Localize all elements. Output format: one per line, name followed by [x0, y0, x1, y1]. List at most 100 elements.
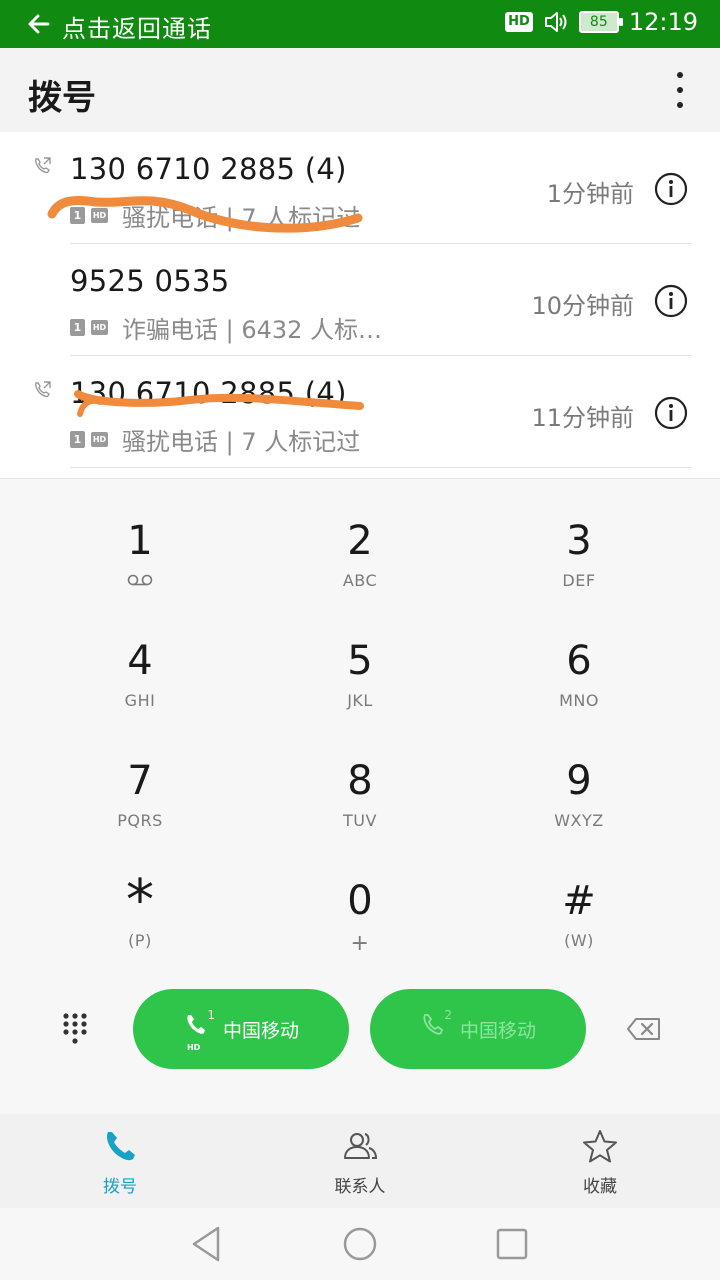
dot	[677, 102, 683, 108]
hd-icon: HD	[91, 208, 108, 223]
tab-label: 拨号	[103, 1177, 137, 1197]
call-log-item[interactable]: 130 6710 2885 (4) 1 HD 骚扰电话 | 7 人标记过 1分钟…	[0, 132, 720, 244]
call-number: 130 6710 2885 (4)	[70, 152, 347, 186]
key-letters: DEF	[562, 571, 596, 590]
hd-icon: HD	[91, 320, 108, 335]
call-log-item[interactable]: 9525 0535 1 HD 诈骗电话 | 6432 人标… 10分钟前	[0, 244, 720, 356]
key-1[interactable]: 1	[40, 503, 240, 613]
key-digit: 5	[347, 638, 373, 684]
key-digit: #	[562, 878, 596, 924]
carrier-label: 中国移动	[459, 1019, 536, 1042]
key-digit: 8	[347, 758, 373, 804]
phone-sim1-icon: 1 HD	[183, 1008, 215, 1052]
spam-tag: 骚扰电话 | 7 人标记过	[122, 204, 361, 232]
battery-icon: 85	[578, 11, 623, 33]
voicemail-icon	[127, 574, 153, 586]
key-9[interactable]: 9 WXYZ	[479, 743, 679, 853]
call-time: 10分钟前	[531, 292, 634, 320]
phone-sim2-icon: 2	[420, 1008, 452, 1046]
key-5[interactable]: 5 JKL	[260, 623, 460, 733]
key-digit: 0	[347, 878, 373, 924]
back-nav-icon[interactable]	[186, 1224, 226, 1264]
key-digit: 7	[127, 758, 153, 804]
key-digit: 1	[127, 518, 153, 564]
divider	[70, 467, 692, 468]
key-8[interactable]: 8 TUV	[260, 743, 460, 853]
key-digit: 2	[347, 518, 373, 564]
key-digit: 3	[566, 518, 592, 564]
return-to-call-text[interactable]: 点击返回通话	[62, 9, 212, 44]
page-title: 拨号	[28, 78, 96, 118]
home-nav-icon[interactable]	[340, 1224, 380, 1264]
key-letters: WXYZ	[554, 811, 604, 830]
call-log-list: 130 6710 2885 (4) 1 HD 骚扰电话 | 7 人标记过 1分钟…	[0, 132, 720, 478]
dot	[677, 72, 683, 78]
key-6[interactable]: 6 MNO	[479, 623, 679, 733]
key-hash[interactable]: # (W)	[479, 863, 679, 973]
dial-actions: 1 HD 中国移动 2 中国移动	[0, 989, 720, 1069]
phone-icon	[106, 1132, 135, 1161]
info-icon[interactable]	[654, 396, 688, 430]
phone-icon	[187, 1015, 205, 1034]
dialpad: 1 2 ABC 3 DEF 4 GHI 5 JKL 6 MNO 7 PQRS 8…	[0, 478, 720, 1114]
more-options-icon[interactable]	[670, 72, 690, 108]
call-time: 1分钟前	[546, 180, 634, 208]
sim-1-icon: 1	[70, 207, 85, 224]
call-sim2-button[interactable]: 2 中国移动	[370, 989, 586, 1069]
hd-voice-icon: HD	[505, 12, 533, 32]
key-letters: ABC	[342, 571, 378, 590]
key-7[interactable]: 7 PQRS	[40, 743, 240, 853]
dot	[677, 87, 683, 93]
sim-number: 1	[207, 1008, 215, 1022]
hd-label: HD	[186, 1043, 201, 1052]
key-letters: TUV	[343, 811, 377, 830]
call-number: 9525 0535	[70, 264, 230, 298]
call-number: 130 6710 2885 (4)	[70, 376, 347, 410]
back-arrow-icon[interactable]	[26, 10, 52, 38]
key-0[interactable]: 0 +	[260, 863, 460, 973]
key-2[interactable]: 2 ABC	[260, 503, 460, 613]
call-info: 1 HD 诈骗电话 | 6432 人标…	[70, 310, 382, 345]
call-sim1-button[interactable]: 1 HD 中国移动	[133, 989, 349, 1069]
phone-icon	[423, 1014, 444, 1035]
key-digit: 9	[566, 758, 592, 804]
tab-contacts[interactable]: 联系人	[280, 1128, 440, 1197]
sim-1-icon: 1	[70, 431, 85, 448]
spam-tag: 骚扰电话 | 7 人标记过	[122, 428, 361, 456]
fraud-tag: 诈骗电话 | 6432 人标…	[122, 316, 383, 344]
key-letters: (P)	[128, 931, 152, 950]
call-time: 11分钟前	[531, 404, 634, 432]
sim-number: 2	[444, 1008, 452, 1022]
clock: 12:19	[628, 8, 698, 36]
key-letters: +	[350, 931, 370, 956]
outgoing-call-icon	[35, 381, 51, 398]
key-digit: 6	[566, 638, 592, 684]
speaker-icon	[544, 12, 567, 32]
key-4[interactable]: 4 GHI	[40, 623, 240, 733]
app-header: 拨号	[0, 48, 720, 132]
status-icons: HD 85 12:19	[505, 8, 698, 36]
tab-favorites[interactable]: 收藏	[520, 1128, 680, 1197]
tab-dialer[interactable]: 拨号	[40, 1128, 200, 1197]
key-digit: *	[126, 868, 154, 933]
key-3[interactable]: 3 DEF	[479, 503, 679, 613]
hd-icon: HD	[91, 432, 108, 447]
outgoing-call-icon	[35, 157, 51, 174]
key-letters: PQRS	[117, 811, 163, 830]
system-nav-bar	[0, 1208, 720, 1280]
backspace-icon[interactable]	[626, 1017, 662, 1041]
status-bar[interactable]: 点击返回通话 HD 85 12:19	[0, 0, 720, 48]
key-letters: (W)	[564, 931, 594, 950]
carrier-label: 中国移动	[222, 1019, 299, 1042]
key-letters: MNO	[559, 691, 599, 710]
tab-label: 联系人	[334, 1177, 386, 1197]
tab-label: 收藏	[583, 1177, 617, 1197]
recents-nav-icon[interactable]	[492, 1224, 532, 1264]
info-icon[interactable]	[654, 284, 688, 318]
info-icon[interactable]	[654, 172, 688, 206]
key-star[interactable]: * (P)	[40, 863, 240, 973]
dialpad-toggle-icon[interactable]	[60, 1011, 94, 1051]
sim-1-icon: 1	[70, 319, 85, 336]
call-log-item[interactable]: 130 6710 2885 (4) 1 HD 骚扰电话 | 7 人标记过 11分…	[0, 356, 720, 468]
key-letters: GHI	[124, 691, 156, 710]
